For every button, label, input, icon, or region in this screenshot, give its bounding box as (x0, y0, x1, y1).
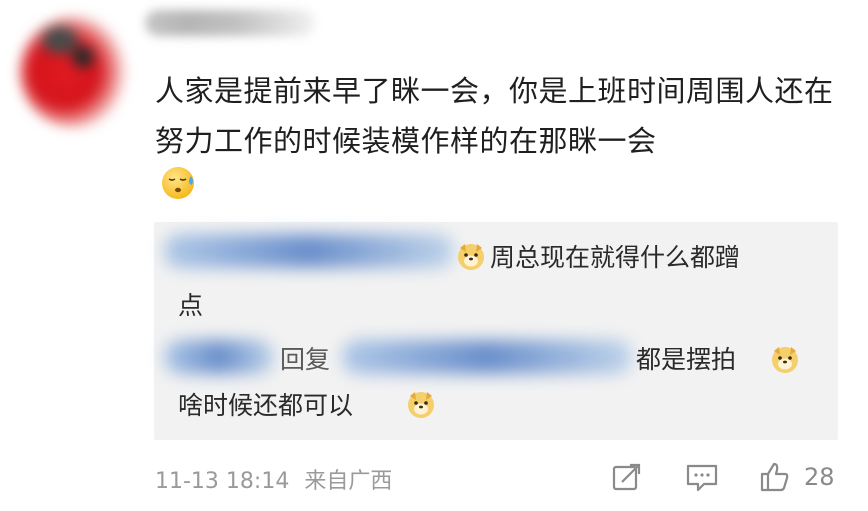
like-icon[interactable] (757, 458, 795, 496)
username-blurred[interactable] (145, 10, 315, 36)
doge-icon (772, 347, 798, 373)
comment-text: 人家是提前来早了眯一会，你是上班时间周围人还在努力工作的时候装模作样的在那眯一会 (155, 74, 834, 158)
location: 来自广西 (304, 469, 393, 494)
doge-icon (408, 392, 434, 418)
like-count: 28 (804, 463, 835, 491)
sweat-face-icon (162, 167, 194, 199)
reply-text-continued: 啥时候还都可以 (178, 391, 354, 420)
avatar[interactable] (20, 16, 132, 128)
reply-username-blurred[interactable] (164, 234, 454, 268)
comment-icon[interactable] (683, 458, 721, 496)
reply-section[interactable]: 周总现在就得什么都蹭 点 回复 都是摆拍 啥时候还都可以 (154, 222, 838, 440)
timestamp: 11-13 18:14 (155, 469, 290, 494)
comment-meta: 11-13 18:14 来自广西 (155, 463, 392, 495)
reply-text: 周总现在就得什么都蹭 (490, 243, 741, 272)
share-icon[interactable] (608, 458, 646, 496)
reply-target-blurred[interactable] (342, 340, 632, 374)
reply-text-continued: 点 (178, 291, 204, 320)
reply-prefix: 回复 (280, 345, 331, 374)
reply-text: 都是摆拍 (636, 345, 737, 374)
doge-icon (458, 244, 484, 270)
reply-username-blurred[interactable] (164, 340, 274, 374)
